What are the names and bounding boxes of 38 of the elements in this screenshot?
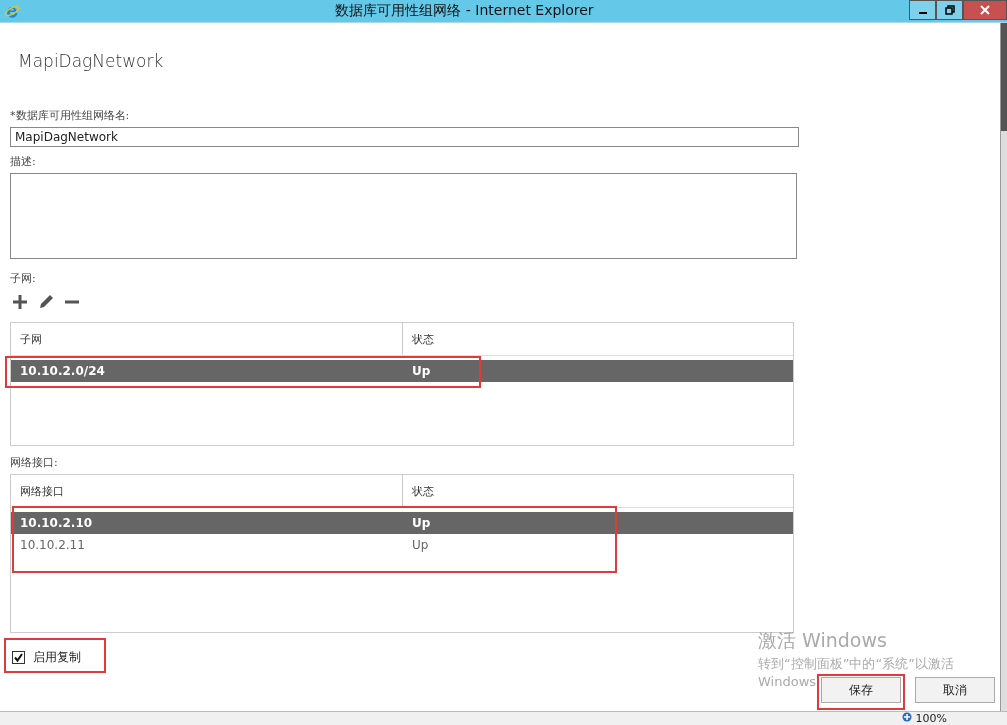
zoom-level[interactable]: 100% — [915, 712, 947, 725]
activation-title: 激活 Windows — [758, 628, 888, 653]
pencil-icon[interactable] — [38, 294, 54, 310]
restore-icon — [944, 5, 955, 15]
minimize-button[interactable] — [909, 0, 936, 20]
column-header[interactable]: 网络接口 — [11, 475, 403, 507]
dialog-button[interactable]: 保存 — [821, 677, 901, 703]
table-cell-text: 10.10.2.11 — [19, 538, 86, 552]
checkbox-label: 启用复制 — [33, 649, 81, 666]
table-row[interactable]: 10.10.2.10 Up — [11, 512, 793, 534]
section-label: 网络接口: — [10, 455, 59, 470]
section-label: 子网: — [10, 271, 37, 286]
table-cell-text: 10.10.2.10 — [19, 516, 94, 530]
checkbox[interactable] — [12, 651, 25, 664]
window-title: 数据库可用性组网络 - Internet Explorer — [335, 2, 594, 20]
field-label: 描述: — [10, 154, 37, 169]
table-cell-text: 10.10.2.0/24 — [19, 364, 106, 378]
minimize-icon — [918, 12, 927, 14]
close-icon — [980, 5, 990, 15]
name-input-field[interactable]: MapiDagNetwork — [10, 127, 799, 147]
add-icon[interactable] — [12, 294, 28, 310]
restore-button[interactable] — [936, 0, 963, 20]
field-label: *数据库可用性组网络名: — [10, 108, 131, 123]
table-row[interactable]: 10.10.2.11 Up — [11, 534, 793, 556]
browser-logo-icon — [4, 3, 20, 19]
table-cell-text: Up — [411, 364, 432, 378]
activation-text: 转到“控制面板”中的“系统”以激活 — [758, 655, 954, 673]
dialog-button[interactable]: 取消 — [915, 677, 995, 703]
column-header[interactable]: 状态 — [403, 475, 443, 507]
page-heading: MapiDagNetwork — [18, 51, 165, 73]
column-header[interactable]: 子网 — [11, 323, 403, 355]
activation-text: Windows — [758, 674, 817, 689]
close-button[interactable] — [963, 0, 1007, 20]
zoom-icon[interactable] — [901, 712, 912, 722]
table-row[interactable]: 10.10.2.0/24 Up — [11, 360, 793, 382]
table-cell-text: Up — [411, 516, 432, 530]
table-cell-text: Up — [411, 538, 430, 552]
column-header[interactable]: 状态 — [403, 323, 443, 355]
